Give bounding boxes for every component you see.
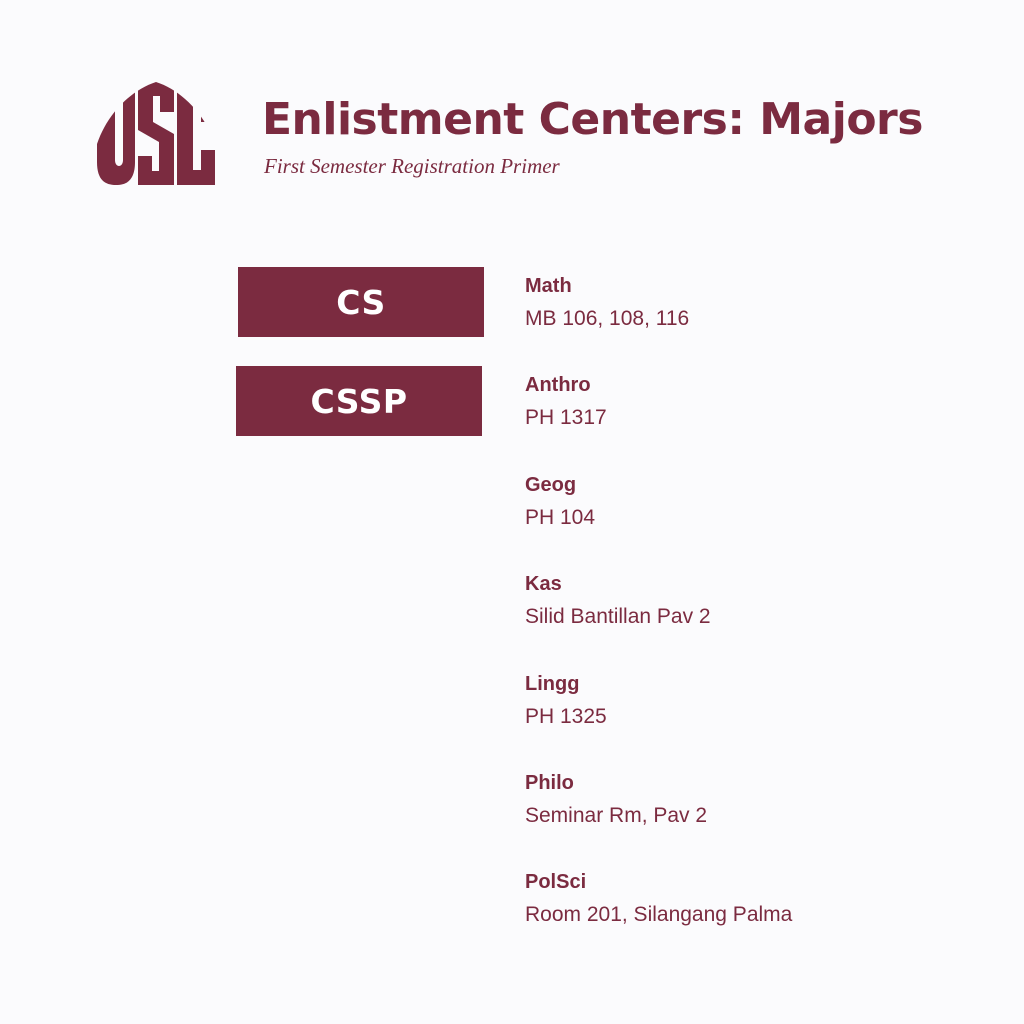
list-item: Kas Silid Bantillan Pav 2 (525, 570, 792, 669)
major-location: Room 201, Silangang Palma (525, 903, 793, 927)
major-location: Seminar Rm, Pav 2 (525, 803, 708, 827)
list-item: Geog PH 104 (525, 471, 792, 570)
list-item: Math MB 106, 108, 116 (525, 272, 792, 371)
list-item: Philo Seminar Rm, Pav 2 (525, 769, 792, 868)
list-item: PolSci Room 201, Silangang Palma (525, 868, 792, 967)
list-item: Lingg PH 1325 (525, 670, 792, 769)
major-name: Anthro (525, 374, 591, 397)
major-location: PH 104 (525, 505, 596, 529)
major-name: Kas (525, 573, 562, 596)
major-location: PH 1325 (525, 704, 607, 728)
usc-logo-icon (97, 82, 215, 185)
list-item: Anthro PH 1317 (525, 371, 792, 470)
page-subtitle: First Semester Registration Primer (264, 154, 560, 178)
college-tab-cs[interactable]: CS (238, 267, 484, 337)
page-title: Enlistment Centers: Majors (262, 94, 923, 145)
major-location: Silid Bantillan Pav 2 (525, 605, 711, 629)
major-name: Math (525, 275, 572, 297)
major-name: PolSci (525, 871, 587, 894)
college-tab-cssp[interactable]: CSSP (236, 366, 482, 436)
major-name: Lingg (525, 672, 580, 695)
major-name: Geog (525, 473, 577, 496)
enlistment-center-list: Math MB 106, 108, 116 Anthro PH 1317 Geo… (525, 272, 792, 968)
major-location: MB 106, 108, 116 (525, 307, 690, 330)
major-name: Philo (525, 771, 574, 794)
major-location: PH 1317 (525, 406, 607, 430)
